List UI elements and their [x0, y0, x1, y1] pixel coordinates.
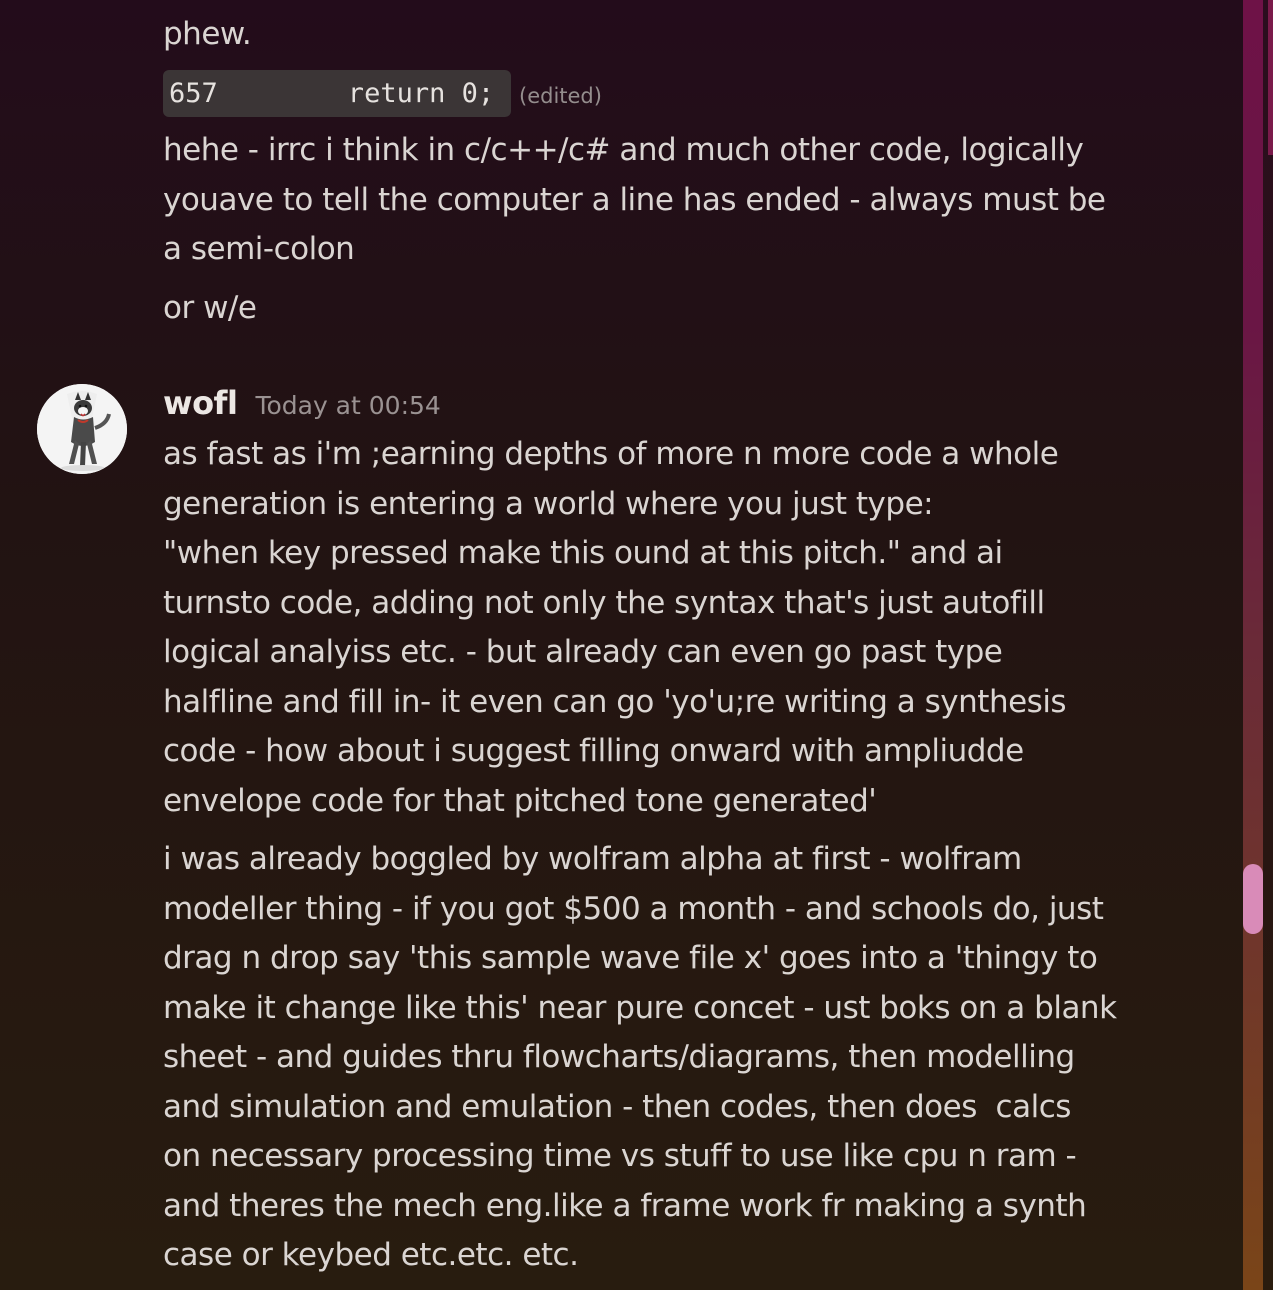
message-text-wofl-1: as fast as i'm ;earning depths of more n… — [163, 436, 1067, 819]
husky-dog-avatar-icon — [37, 384, 127, 474]
scrollbar-thumb[interactable] — [1243, 864, 1263, 934]
inline-code-snippet: 657 return 0; — [163, 70, 511, 117]
window-edge-accent — [1268, 0, 1273, 155]
message-code-row: 657 return 0; (edited) — [163, 70, 602, 117]
message-header: wofl Today at 00:54 — [163, 384, 441, 422]
message-timestamp[interactable]: Today at 00:54 — [255, 391, 440, 420]
window-edge — [1263, 0, 1273, 1290]
scrollbar-track[interactable] — [1243, 0, 1263, 1290]
avatar[interactable] — [37, 384, 127, 474]
message-text-wofl-2: i was already boggled by wolfram alpha a… — [163, 841, 1117, 1273]
chat-message-list: phew. 657 return 0; (edited) hehe - irrc… — [0, 0, 1243, 1290]
edited-label[interactable]: (edited) — [519, 84, 602, 108]
username[interactable]: wofl — [163, 384, 238, 422]
message-text-semicolon: hehe - irrc i think in c/c++/c# and much… — [163, 132, 1106, 267]
message-text-orwe: or w/e — [163, 290, 257, 326]
message-text-phew: phew. — [163, 16, 252, 52]
